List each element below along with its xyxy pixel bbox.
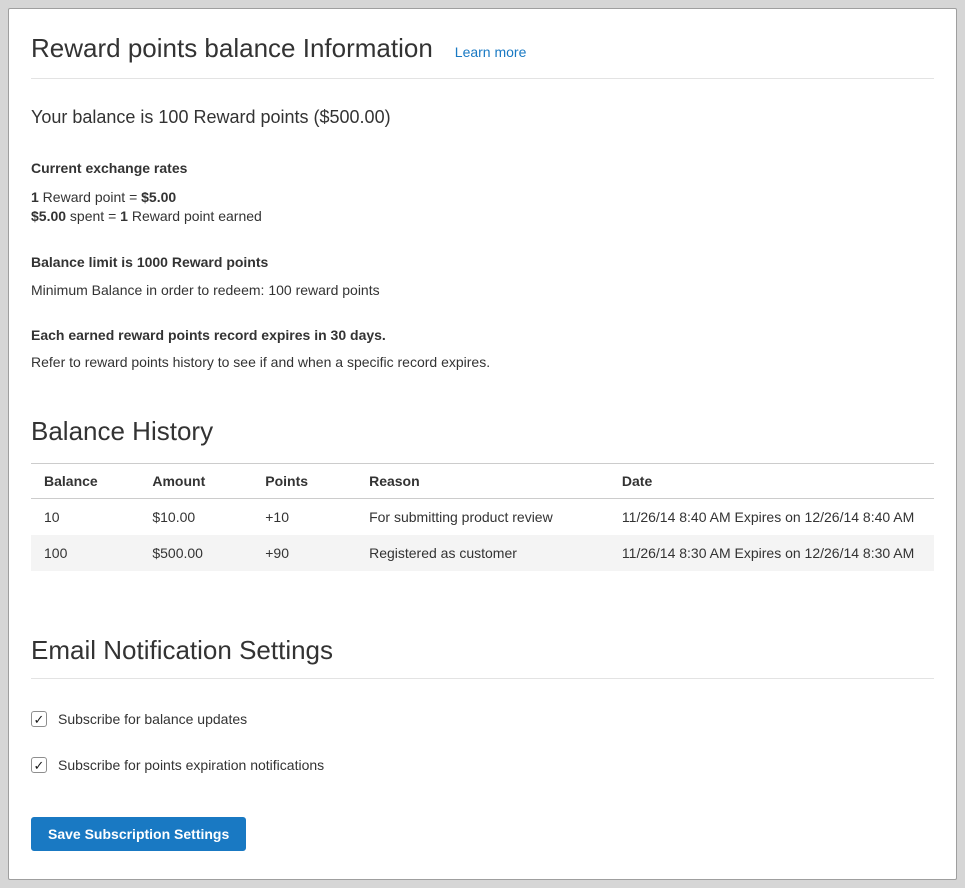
balance-summary: Your balance is 100 Reward points ($500.… xyxy=(31,107,934,128)
column-header-reason: Reason xyxy=(356,464,609,499)
rate-earn-points: 1 xyxy=(31,189,39,205)
balance-updates-checkbox[interactable] xyxy=(31,711,47,727)
save-subscription-settings-button[interactable]: Save Subscription Settings xyxy=(31,817,246,851)
rate-earn-text: Reward point = xyxy=(39,189,141,205)
balance-updates-option: Subscribe for balance updates xyxy=(31,711,934,727)
balance-history-table: Balance Amount Points Reason Date 10 $10… xyxy=(31,463,934,571)
table-header-row: Balance Amount Points Reason Date xyxy=(31,464,934,499)
expiration-notifications-option: Subscribe for points expiration notifica… xyxy=(31,757,934,773)
expiration-notifications-label: Subscribe for points expiration notifica… xyxy=(58,757,324,773)
cell-balance: 100 xyxy=(31,535,139,571)
email-settings-heading: Email Notification Settings xyxy=(31,635,934,679)
expiration-notifications-checkbox[interactable] xyxy=(31,757,47,773)
expiration-note: Refer to reward points history to see if… xyxy=(31,354,934,370)
balance-limit-heading: Balance limit is 1000 Reward points xyxy=(31,254,934,270)
rate-spend-text: spent = xyxy=(66,208,120,224)
cell-balance: 10 xyxy=(31,499,139,536)
exchange-rates: 1 Reward point = $5.00 $5.00 spent = 1 R… xyxy=(31,188,934,225)
cell-points: +90 xyxy=(252,535,356,571)
table-row: 100 $500.00 +90 Registered as customer 1… xyxy=(31,535,934,571)
table-row: 10 $10.00 +10 For submitting product rev… xyxy=(31,499,934,536)
expiration-heading: Each earned reward points record expires… xyxy=(31,327,934,343)
cell-date: 11/26/14 8:40 AM Expires on 12/26/14 8:4… xyxy=(609,499,934,536)
rate-earn-line: 1 Reward point = $5.00 xyxy=(31,188,934,207)
column-header-points: Points xyxy=(252,464,356,499)
rate-spend-tail: Reward point earned xyxy=(128,208,262,224)
column-header-date: Date xyxy=(609,464,934,499)
column-header-amount: Amount xyxy=(139,464,252,499)
balance-updates-label: Subscribe for balance updates xyxy=(58,711,247,727)
page-title: Reward points balance Information xyxy=(31,33,433,64)
exchange-rates-heading: Current exchange rates xyxy=(31,160,934,176)
reward-points-panel: Reward points balance Information Learn … xyxy=(8,8,957,880)
cell-amount: $500.00 xyxy=(139,535,252,571)
rate-spend-value: $5.00 xyxy=(31,208,66,224)
cell-reason: Registered as customer xyxy=(356,535,609,571)
cell-amount: $10.00 xyxy=(139,499,252,536)
minimum-balance-note: Minimum Balance in order to redeem: 100 … xyxy=(31,282,934,298)
rate-spend-line: $5.00 spent = 1 Reward point earned xyxy=(31,207,934,226)
column-header-balance: Balance xyxy=(31,464,139,499)
cell-reason: For submitting product review xyxy=(356,499,609,536)
cell-date: 11/26/14 8:30 AM Expires on 12/26/14 8:3… xyxy=(609,535,934,571)
page-header: Reward points balance Information Learn … xyxy=(31,27,934,79)
balance-history-heading: Balance History xyxy=(31,416,934,447)
learn-more-link[interactable]: Learn more xyxy=(455,44,527,60)
rate-earn-value: $5.00 xyxy=(141,189,176,205)
cell-points: +10 xyxy=(252,499,356,536)
rate-spend-points: 1 xyxy=(120,208,128,224)
